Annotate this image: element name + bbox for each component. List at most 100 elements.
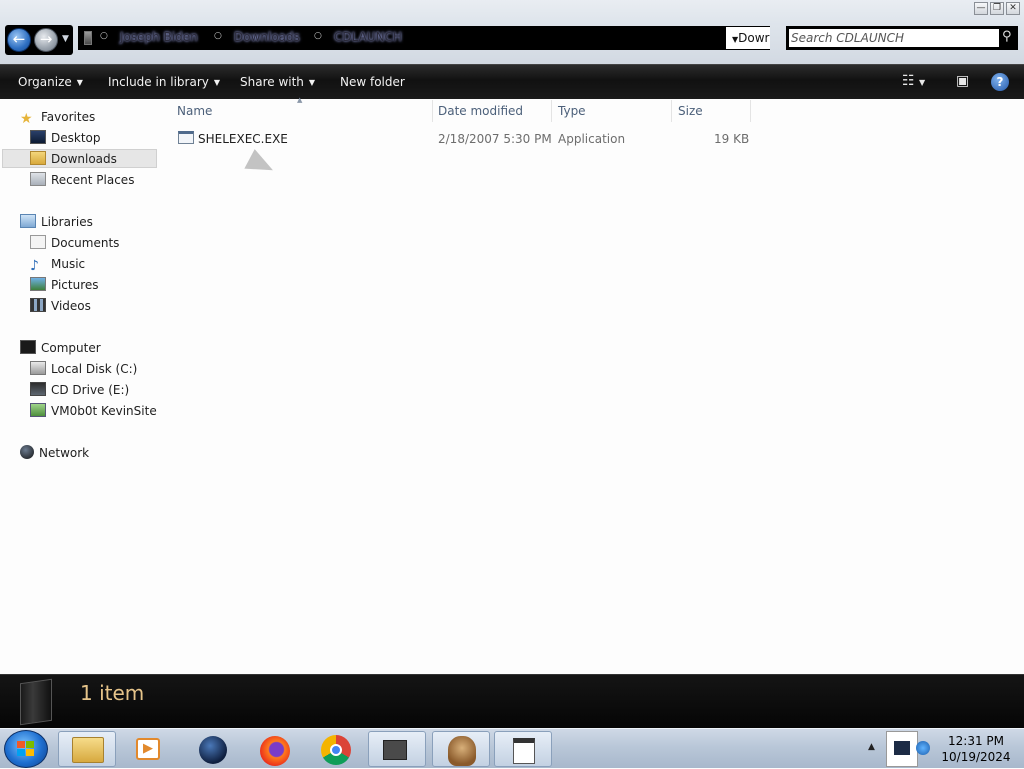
computer-icon — [20, 340, 36, 354]
column-header-type[interactable]: Type — [558, 104, 586, 118]
documents-icon — [30, 235, 46, 249]
file-row[interactable]: SHELEXEC.EXE 2/18/2007 5:30 PM Applicati… — [172, 128, 752, 150]
music-note-icon: ♪ — [30, 258, 39, 274]
nav-desktop-label: Desktop — [51, 131, 101, 145]
taskbar-task-switcher[interactable] — [368, 731, 426, 767]
nav-favorites[interactable]: ★ Favorites — [20, 108, 95, 127]
clock-date: 10/19/2024 — [941, 750, 1011, 764]
nav-network[interactable]: Network — [20, 444, 89, 463]
nav-desktop[interactable]: Desktop — [30, 129, 101, 148]
desktop-icon — [30, 130, 46, 144]
taskbar-media-player[interactable]: ▶ — [120, 731, 178, 767]
application-icon — [178, 131, 194, 144]
tray-network-icon[interactable] — [894, 741, 910, 755]
breadcrumb-downloads[interactable]: Downloads — [234, 30, 300, 44]
breadcrumb-cdlaunch[interactable]: CDLAUNCH — [334, 30, 402, 44]
sort-ascending-icon: ▲ — [297, 96, 303, 104]
breadcrumb-user[interactable]: Joseph Biden — [120, 30, 198, 44]
window-caption: — ❐ ✕ — [0, 0, 1024, 22]
view-options-icon[interactable]: ☷ ▼ — [902, 73, 925, 89]
taskbar-explorer[interactable] — [58, 731, 116, 767]
nav-cd-drive[interactable]: CD Drive (E:) — [30, 381, 129, 400]
include-in-library-label: Include in library — [108, 75, 209, 89]
organize-menu[interactable]: Organize ▼ — [18, 75, 83, 89]
clock[interactable]: 12:31 PM 10/19/2024 — [936, 733, 1016, 765]
file-date-modified: 2/18/2007 5:30 PM — [438, 132, 552, 146]
search-icon[interactable]: ⚲ — [1002, 29, 1012, 44]
hard-drive-icon — [30, 361, 46, 375]
taskbar-notepad[interactable] — [494, 731, 552, 767]
nav-videos-label: Videos — [51, 299, 91, 313]
tray-internet-icon[interactable] — [916, 741, 930, 755]
preview-pane-icon[interactable]: ▣ — [956, 73, 969, 89]
breadcrumb-separator-icon[interactable]: ○ — [100, 31, 108, 41]
column-divider[interactable] — [432, 100, 433, 122]
nav-recent-places[interactable]: Recent Places — [30, 171, 134, 190]
column-divider[interactable] — [750, 100, 751, 122]
nav-local-disk-label: Local Disk (C:) — [51, 362, 138, 376]
recent-pages-dropdown-icon[interactable]: ▼ — [62, 34, 69, 44]
address-bar[interactable]: ○ Joseph Biden ○ Downloads ○ CDLAUNCH ▼D… — [78, 26, 770, 50]
file-name: SHELEXEC.EXE — [198, 132, 288, 146]
back-button[interactable]: ← — [7, 28, 31, 52]
navigation-buttons: ← → ▼ — [5, 25, 73, 55]
arrow-right-icon: → — [39, 30, 53, 48]
breadcrumb-separator-icon[interactable]: ○ — [214, 31, 222, 41]
taskbar: ▶ ▲ 12:31 PM 10/19/2024 — [0, 728, 1024, 768]
column-header-name[interactable]: Name — [177, 104, 212, 118]
nav-local-disk[interactable]: Local Disk (C:) — [30, 360, 137, 379]
nav-downloads[interactable]: Downloads — [2, 149, 157, 168]
chevron-down-icon: ▼ — [308, 78, 316, 87]
file-size: 19 KB — [714, 132, 750, 146]
taskbar-game[interactable] — [432, 731, 490, 767]
include-in-library-menu[interactable]: Include in library ▼ — [108, 75, 220, 89]
cd-drive-icon — [30, 382, 46, 396]
taskbar-browser-globe[interactable] — [184, 731, 242, 767]
gopher-mascot-icon — [448, 736, 476, 766]
help-button[interactable]: ? — [991, 73, 1009, 91]
start-button[interactable] — [4, 730, 48, 768]
media-player-icon: ▶ — [136, 738, 160, 760]
search-input[interactable] — [789, 29, 999, 47]
column-divider[interactable] — [551, 100, 552, 122]
libraries-icon — [20, 214, 36, 228]
column-header-size[interactable]: Size — [678, 104, 703, 118]
nav-computer-label: Computer — [41, 341, 101, 355]
maximize-button[interactable]: ❐ — [990, 2, 1004, 15]
network-globe-icon — [20, 445, 34, 459]
nav-libraries[interactable]: Libraries — [20, 213, 93, 232]
nav-computer[interactable]: Computer — [20, 339, 101, 358]
share-with-menu[interactable]: Share with ▼ — [240, 75, 315, 89]
nav-music[interactable]: ♪ Music — [30, 255, 85, 274]
nav-documents[interactable]: Documents — [30, 234, 119, 253]
column-divider[interactable] — [671, 100, 672, 122]
nav-network-share-label: VM0b0t KevinSite — [51, 404, 157, 418]
taskbar-chrome[interactable] — [308, 731, 366, 767]
nav-libraries-label: Libraries — [41, 215, 93, 229]
chrome-center-icon — [330, 744, 342, 756]
address-dropdown[interactable]: ▼Dowr — [726, 27, 770, 49]
film-strip-icon — [30, 298, 46, 312]
minimize-button[interactable]: — — [974, 2, 988, 15]
new-folder-button[interactable]: New folder — [340, 75, 405, 89]
file-type: Application — [558, 132, 626, 146]
document-window-icon — [513, 738, 535, 764]
nav-network-label: Network — [39, 446, 90, 460]
mouse-pointer-icon — [244, 149, 278, 181]
clock-time: 12:31 PM — [948, 734, 1004, 748]
forward-button[interactable]: → — [34, 28, 58, 52]
close-button[interactable]: ✕ — [1006, 2, 1020, 15]
navigation-pane: ★ Favorites Desktop Downloads Recent Plac… — [0, 99, 165, 674]
address-row: ← → ▼ ○ Joseph Biden ○ Downloads ○ CDLAU… — [0, 22, 1024, 64]
location-icon — [84, 31, 92, 45]
nav-favorites-label: Favorites — [41, 110, 96, 124]
nav-pictures[interactable]: Pictures — [30, 276, 99, 295]
nav-videos[interactable]: Videos — [30, 297, 91, 316]
show-hidden-icons-icon[interactable]: ▲ — [868, 742, 875, 752]
column-header-date-modified[interactable]: Date modified — [438, 104, 523, 118]
breadcrumb-separator-icon[interactable]: ○ — [314, 31, 322, 41]
taskbar-firefox[interactable] — [246, 731, 304, 767]
nav-network-share[interactable]: VM0b0t KevinSite — [30, 402, 157, 421]
chevron-down-icon: ▼ — [76, 78, 83, 87]
chevron-down-icon: ▼ — [213, 78, 221, 87]
